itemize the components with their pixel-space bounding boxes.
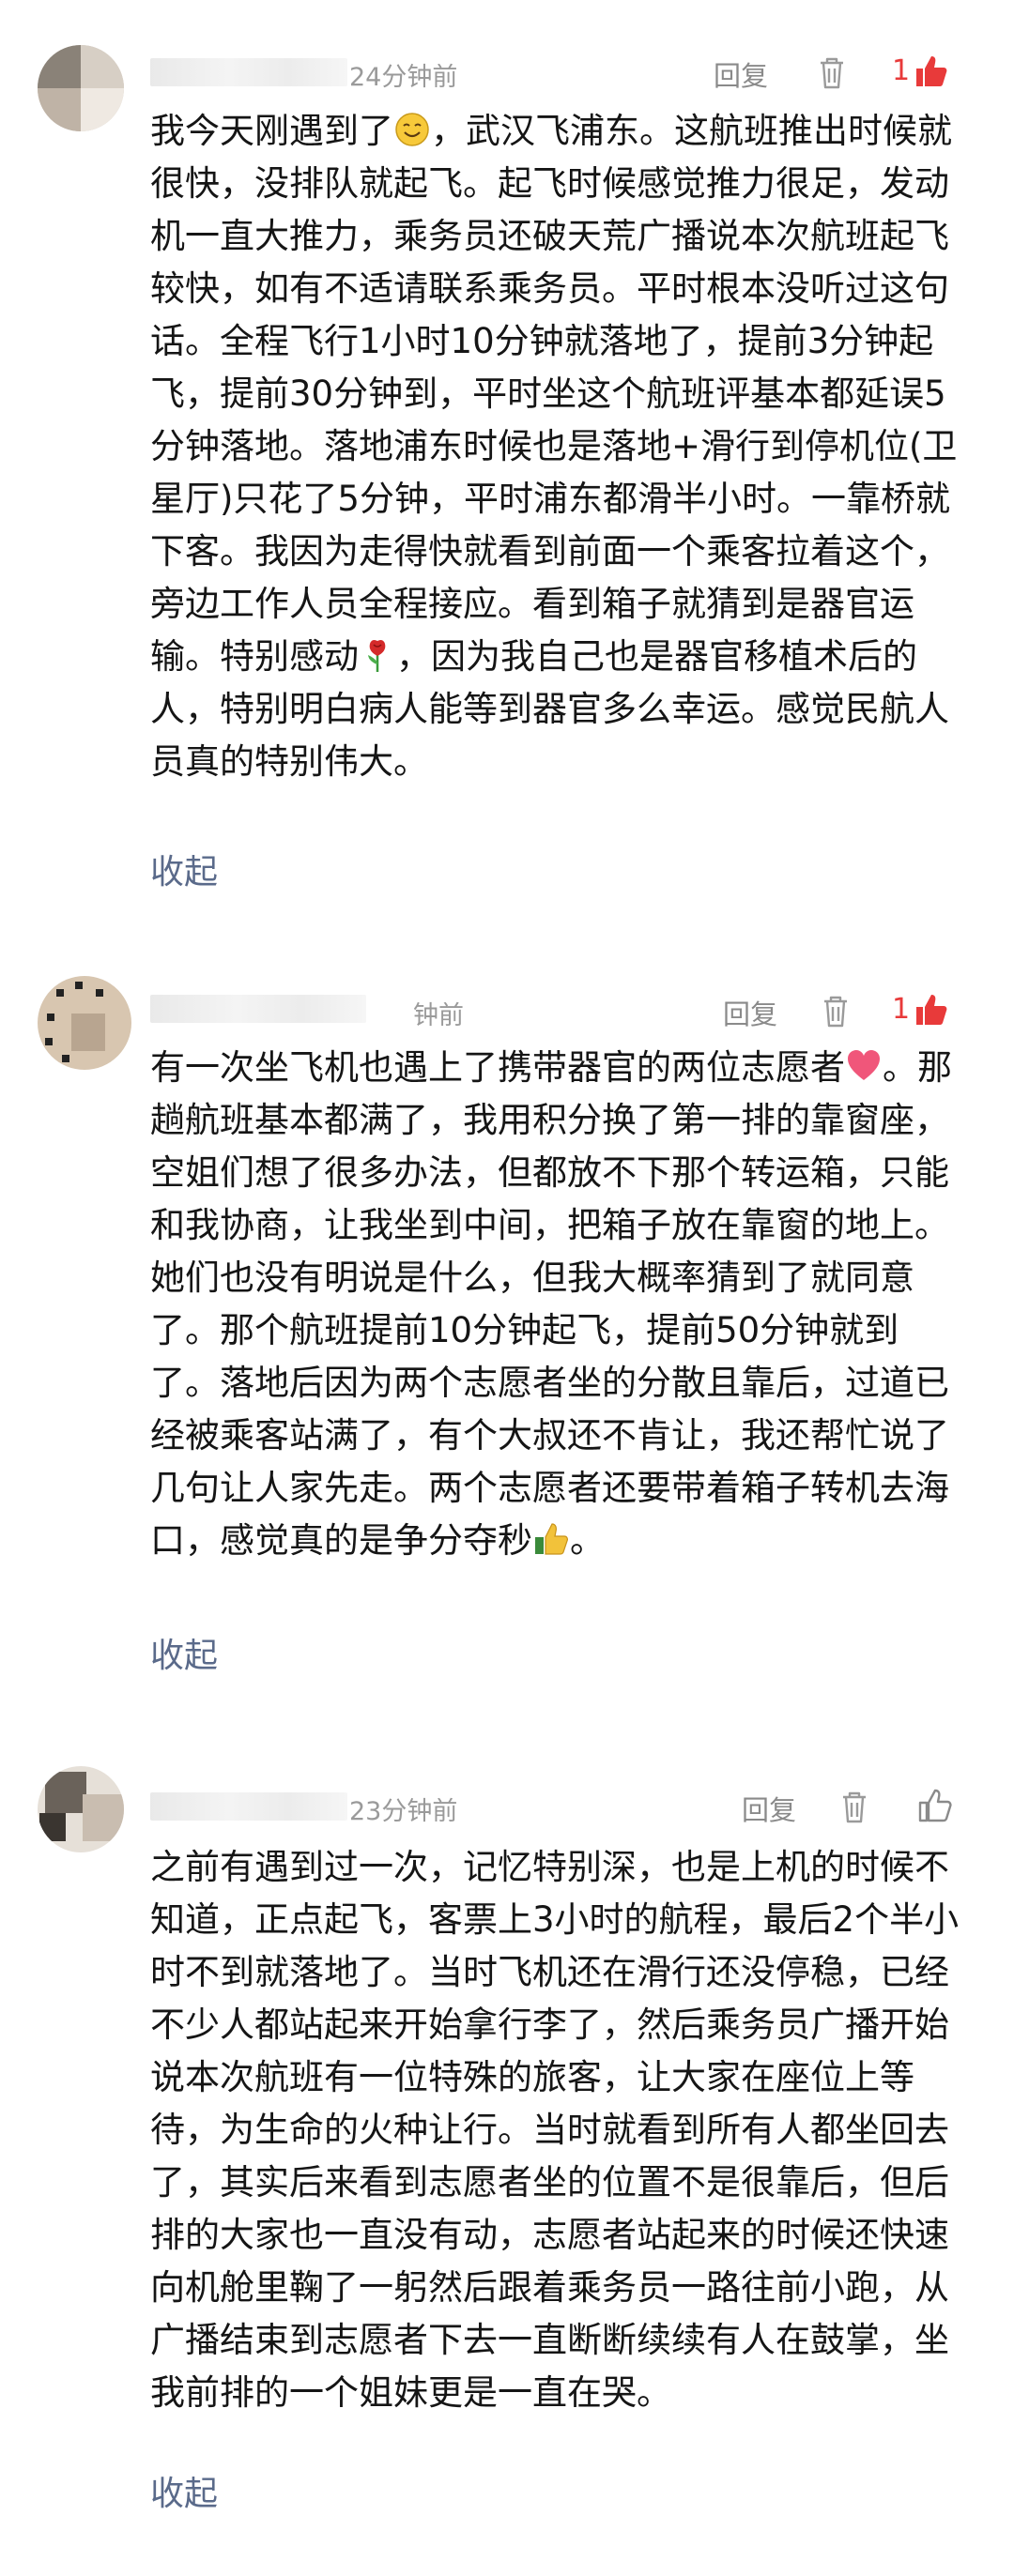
reply-button[interactable]: 回复 <box>742 1789 796 1828</box>
trash-icon[interactable] <box>813 54 851 92</box>
comment-text-part: 之前有遇到过一次，记忆特别深，也是上机的时候不知道，正点起飞，客票上3小时的航程… <box>150 1847 960 2413</box>
reply-button[interactable]: 回复 <box>714 54 768 94</box>
comment-text-part: ，武汉飞浦东。这航班推出时候就很快，没排队就起飞。起飞时候感觉推力很足，发动机一… <box>150 111 958 677</box>
thumbs-up-icon[interactable] <box>913 53 950 90</box>
rose-emoji-icon <box>368 640 386 672</box>
smile-emoji-icon <box>395 113 429 146</box>
comment-time: 钟前 <box>413 1001 464 1030</box>
comment-time: 23分钟前 <box>349 1797 458 1826</box>
thumbs-up-emoji-icon <box>535 1523 568 1555</box>
comment-text: 有一次坐飞机也遇上了携带器官的两位志愿者 。那趟航班基本都满了，我用积分换了第一排… <box>150 1042 967 1567</box>
comment-text-part: 有一次坐飞机也遇上了携带器官的两位志愿者 <box>150 1047 845 1088</box>
thumbs-up-icon[interactable] <box>913 991 950 1029</box>
reply-button[interactable]: 回复 <box>723 993 777 1032</box>
comment-text-part: 。 <box>570 1520 605 1561</box>
comment-text: 我今天刚遇到了 ，武汉飞浦东。这航班推出时候就很快，没排队就起飞。起飞时候感觉推力… <box>150 105 967 788</box>
comment-time: 24分钟前 <box>349 63 458 92</box>
collapse-link[interactable]: 收起 <box>150 2466 218 2515</box>
comment-text-part: 。那趟航班基本都满了，我用积分换了第一排的靠窗座，空姐们想了很多办法，但都放不下… <box>150 1047 952 1561</box>
comment-text: 之前有遇到过一次，记忆特别深，也是上机的时候不知道，正点起飞，客票上3小时的航程… <box>150 1841 967 2419</box>
username-blurred[interactable] <box>150 995 366 1023</box>
avatar[interactable] <box>38 45 124 131</box>
trash-icon[interactable] <box>836 1789 873 1826</box>
heart-emoji-icon <box>848 1050 880 1080</box>
thumbs-up-icon[interactable] <box>916 1787 954 1824</box>
collapse-link[interactable]: 收起 <box>150 845 218 893</box>
username-blurred[interactable] <box>150 1792 347 1821</box>
avatar[interactable] <box>38 976 131 1070</box>
avatar[interactable] <box>38 1766 124 1852</box>
username-blurred[interactable] <box>150 58 347 86</box>
comment-text-part: 我今天刚遇到了 <box>150 111 393 151</box>
like-count: 1 <box>892 54 911 87</box>
collapse-link[interactable]: 收起 <box>150 1628 218 1677</box>
like-count: 1 <box>892 993 911 1026</box>
trash-icon[interactable] <box>817 993 854 1030</box>
